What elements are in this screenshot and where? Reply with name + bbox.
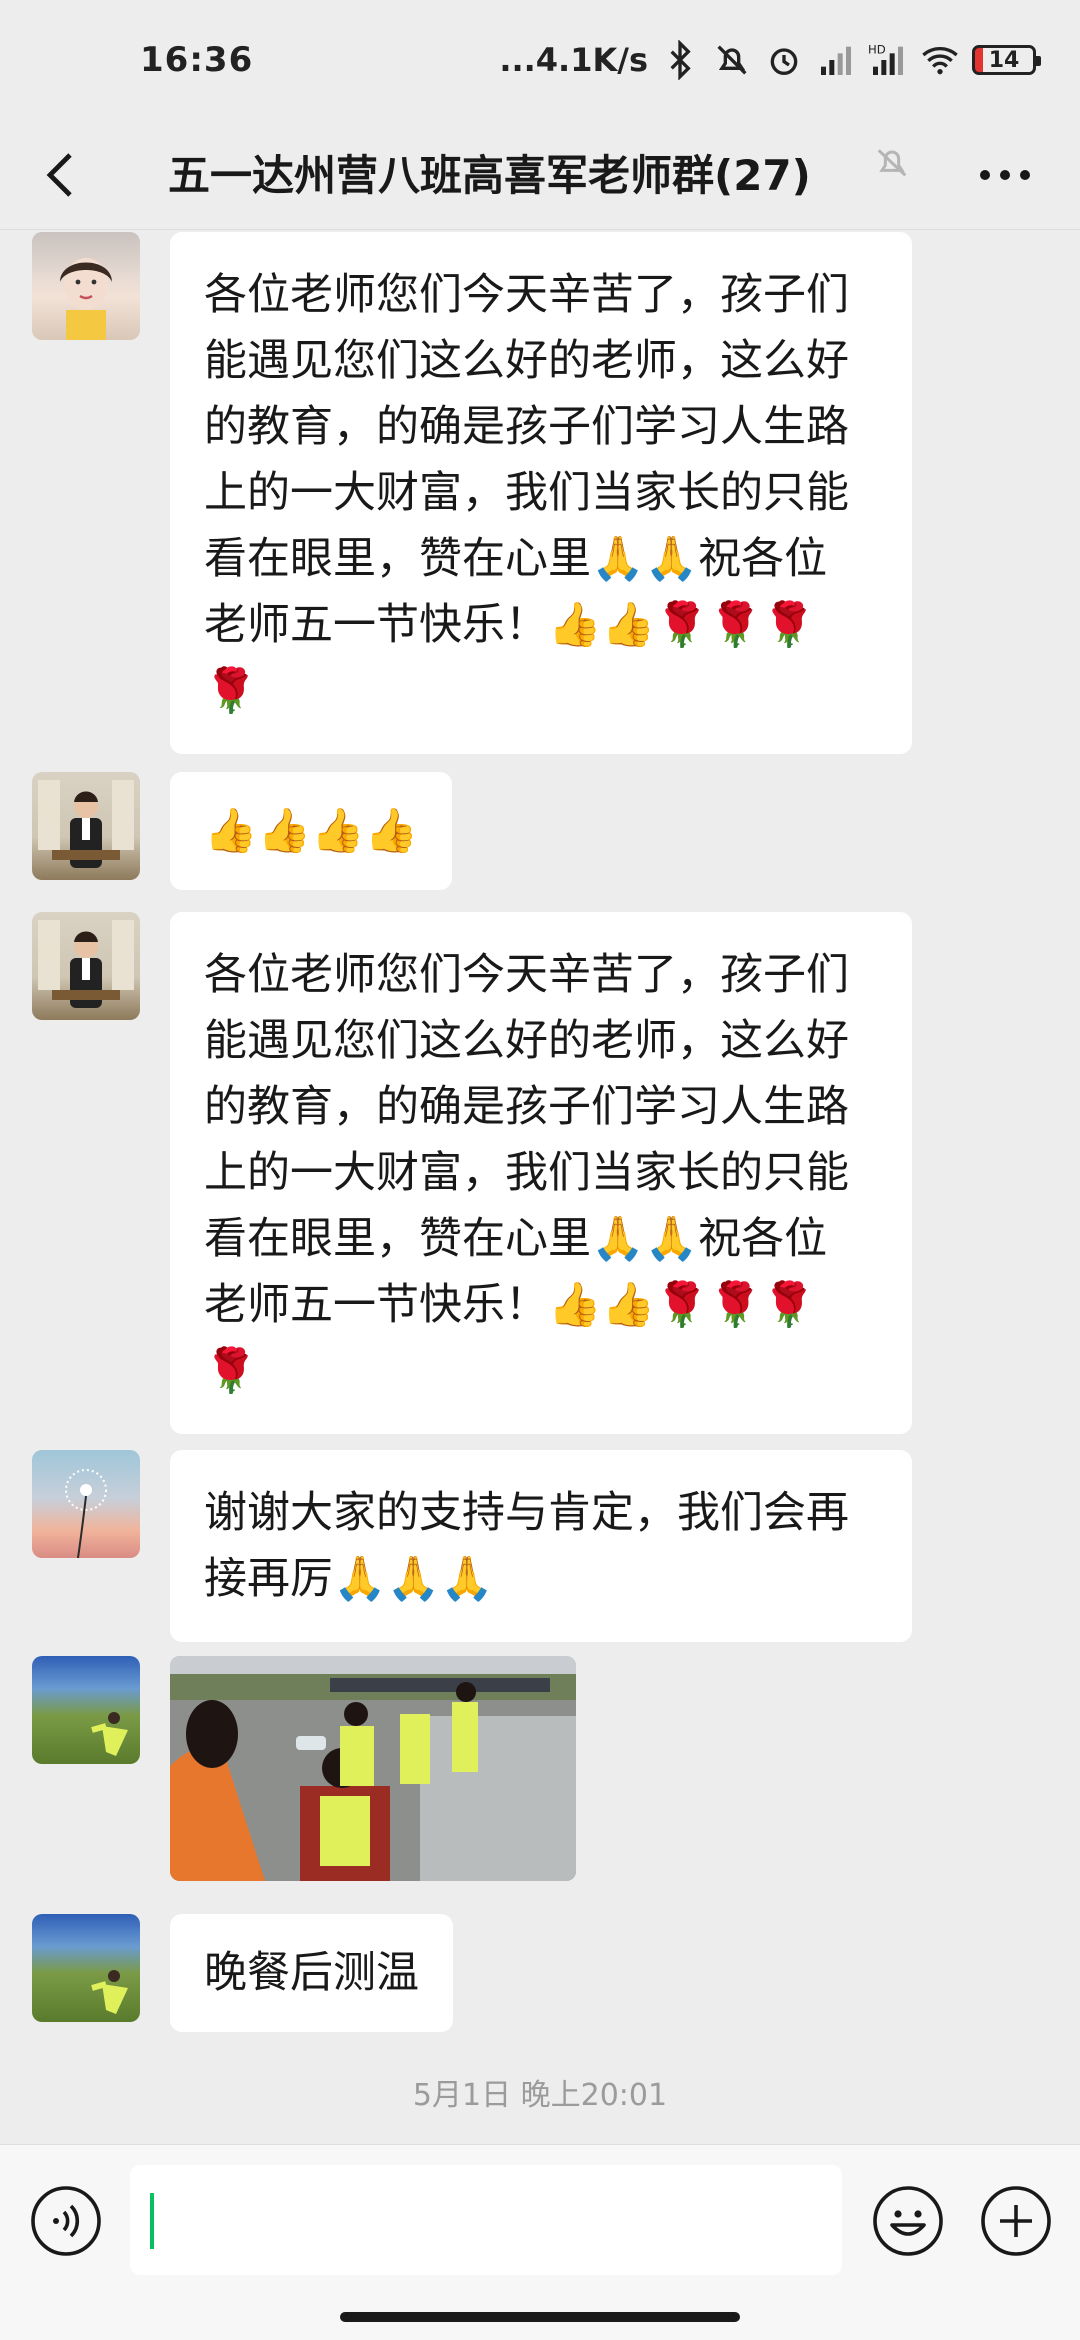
message-text-line: 🌹 xyxy=(204,666,258,716)
input-bar xyxy=(0,2144,1080,2340)
network-speed: ...4.1K/s xyxy=(499,41,648,79)
chat-title[interactable]: 五一达州营八班高喜军老师群(27) xyxy=(168,142,811,203)
message-text-line: 接再厉🙏🙏🙏 xyxy=(204,1554,494,1604)
message-text-line: 👍👍👍👍 xyxy=(204,806,419,856)
message-text-line: 谢谢大家的支持与肯定，我们会再 xyxy=(204,1488,849,1538)
avatar[interactable] xyxy=(32,232,140,340)
avatar[interactable] xyxy=(32,1914,140,2022)
message-bubble[interactable]: 晚餐后测温 xyxy=(170,1914,453,2032)
girl-avatar-image xyxy=(60,258,112,340)
message-bubble[interactable]: 各位老师您们今天辛苦了，孩子们 能遇见您们这么好的老师，这么好 的教育，的确是孩… xyxy=(170,912,912,1434)
signal-icon xyxy=(821,46,851,75)
message-input[interactable] xyxy=(130,2165,842,2275)
alarm-icon xyxy=(770,48,798,75)
more-button[interactable] xyxy=(970,150,1040,200)
status-icons: ...4.1K/s HD 14 xyxy=(499,40,1041,80)
message-bubble[interactable]: 👍👍👍👍 xyxy=(170,772,453,890)
message-text-line: 上的一大财富，我们当家长的只能 xyxy=(204,1148,849,1198)
message-text-line: 看在眼里，赞在心里🙏🙏祝各位 xyxy=(204,1214,828,1264)
message-timestamp: 5月1日 晚上20:01 xyxy=(412,2078,668,2113)
avatar[interactable] xyxy=(32,772,140,880)
home-indicator[interactable] xyxy=(340,2312,740,2322)
message-bubble[interactable]: 各位老师您们今天辛苦了，孩子们 能遇见您们这么好的老师，这么好 的教育，的确是孩… xyxy=(170,232,912,754)
teacher-avatar-image xyxy=(38,780,134,868)
dandelion-avatar-image xyxy=(65,1469,107,1558)
message-text-line: 上的一大财富，我们当家长的只能 xyxy=(204,468,849,518)
message-text-line: 各位老师您们今天辛苦了，孩子们 xyxy=(204,270,849,320)
field-avatar-image xyxy=(91,1712,128,1756)
message-text-line: 各位老师您们今天辛苦了，孩子们 xyxy=(204,950,849,1000)
message-text-line: 晚餐后测温 xyxy=(204,1948,419,1998)
emoji-icon[interactable] xyxy=(872,2185,944,2257)
message-text-line: 老师五一节快乐！👍👍🌹🌹🌹 xyxy=(204,1280,816,1330)
text-caret xyxy=(150,2193,154,2249)
message-text-line: 老师五一节快乐！👍👍🌹🌹🌹 xyxy=(204,600,816,650)
bluetooth-icon xyxy=(670,40,691,80)
message-text-line: 的教育，的确是孩子们学习人生路 xyxy=(204,402,849,452)
photo-image xyxy=(170,1656,576,1881)
chevron-left-icon xyxy=(46,153,72,197)
message-text-line: 的教育，的确是孩子们学习人生路 xyxy=(204,1082,849,1132)
battery-icon: 14 xyxy=(972,45,1041,75)
avatar[interactable] xyxy=(32,912,140,1020)
voice-icon[interactable] xyxy=(30,2185,102,2257)
avatar[interactable] xyxy=(32,1450,140,1558)
message-text-line: 能遇见您们这么好的老师，这么好 xyxy=(204,336,849,386)
message-text-line: 🌹 xyxy=(204,1346,258,1396)
chat-header: 五一达州营八班高喜军老师群(27) xyxy=(0,120,1080,230)
svg-text:HD: HD xyxy=(868,42,886,56)
mute-icon xyxy=(717,45,747,75)
avatar[interactable] xyxy=(32,1656,140,1764)
message-text-line: 能遇见您们这么好的老师，这么好 xyxy=(204,1016,849,1066)
ellipsis-icon xyxy=(980,170,1030,180)
photo-temperature-check[interactable] xyxy=(170,1656,576,1881)
message-list[interactable]: 各位老师您们今天辛苦了，孩子们 能遇见您们这么好的老师，这么好 的教育，的确是孩… xyxy=(0,230,1080,2140)
field-avatar-image xyxy=(91,1970,128,2014)
back-button[interactable] xyxy=(30,145,90,205)
hd-signal-icon: HD xyxy=(868,42,903,75)
bell-off-icon xyxy=(877,149,907,177)
plus-icon[interactable] xyxy=(980,2185,1052,2257)
message-bubble[interactable]: 谢谢大家的支持与肯定，我们会再 接再厉🙏🙏🙏 xyxy=(170,1450,912,1642)
status-time: 16:36 xyxy=(140,40,254,80)
status-bar: 16:36 ...4.1K/s HD 14 xyxy=(0,0,1080,120)
wifi-icon xyxy=(922,47,958,75)
teacher-avatar-image xyxy=(38,920,134,1008)
message-text-line: 看在眼里，赞在心里🙏🙏祝各位 xyxy=(204,534,828,584)
